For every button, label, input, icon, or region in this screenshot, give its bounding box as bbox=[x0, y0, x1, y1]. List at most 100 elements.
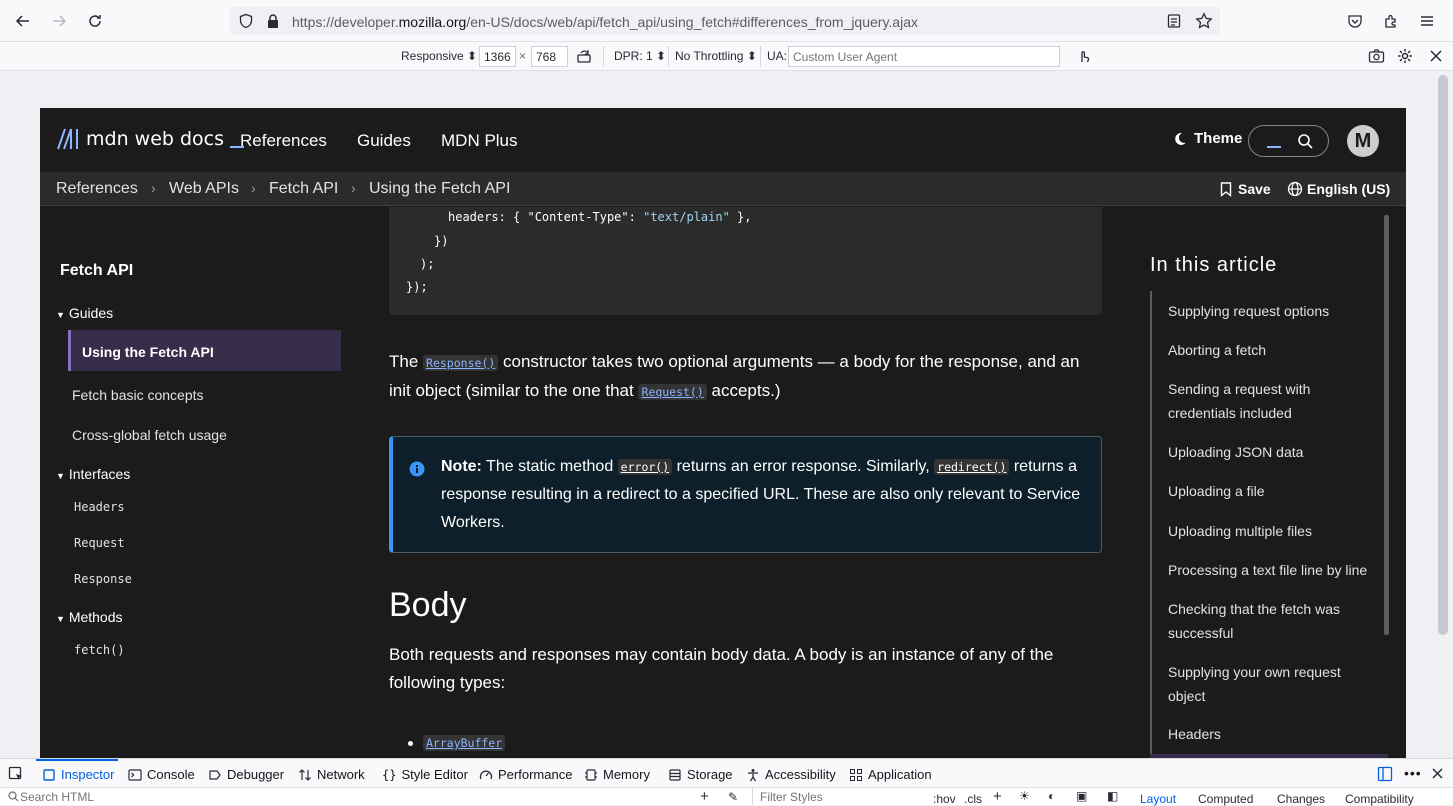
user-avatar[interactable]: M bbox=[1347, 125, 1379, 157]
viewport-width-input[interactable] bbox=[479, 46, 516, 67]
extensions-icon[interactable] bbox=[1378, 8, 1404, 34]
sidebar-item-cross-global[interactable]: Cross-global fetch usage bbox=[72, 427, 227, 443]
toggle-sidebar-icon[interactable]: ◧ bbox=[1107, 789, 1118, 803]
reload-icon[interactable] bbox=[82, 8, 108, 34]
forward-icon[interactable] bbox=[46, 8, 72, 34]
sidebar-group-interfaces[interactable]: ▼ Interfaces bbox=[56, 466, 130, 482]
viewport-height-input[interactable] bbox=[531, 46, 568, 67]
response-link[interactable]: Response() bbox=[423, 355, 499, 371]
sidebar-group-methods[interactable]: ▼ Methods bbox=[56, 609, 123, 625]
close-rdm-icon[interactable] bbox=[1429, 49, 1443, 63]
toc-item[interactable]: Processing a text file line by line bbox=[1168, 558, 1378, 582]
tab-inspector[interactable]: Inspector bbox=[42, 767, 114, 782]
sidebar-item-response[interactable]: Response bbox=[74, 572, 132, 586]
rotate-icon[interactable] bbox=[576, 48, 592, 64]
toc-scrollbar[interactable] bbox=[1384, 215, 1389, 635]
breadcrumb: References › Web APIs › Fetch API › Usin… bbox=[40, 172, 1406, 206]
sidebar-item-fetch[interactable]: fetch() bbox=[74, 643, 125, 657]
url-bar[interactable]: https://developer.mozilla.org/en-US/docs… bbox=[230, 7, 1220, 35]
print-simulation-icon[interactable]: ▣ bbox=[1076, 789, 1087, 803]
breadcrumb-web-apis[interactable]: Web APIs bbox=[169, 180, 239, 198]
sidebar-group-guides[interactable]: ▼ Guides bbox=[56, 305, 113, 321]
hov-toggle[interactable]: :hov bbox=[933, 792, 956, 806]
cls-toggle[interactable]: .cls bbox=[964, 792, 982, 806]
settings-gear-icon[interactable] bbox=[1397, 48, 1413, 64]
breadcrumb-fetch-api[interactable]: Fetch API bbox=[269, 180, 338, 198]
nav-guides[interactable]: Guides bbox=[357, 131, 411, 151]
save-button[interactable]: Save bbox=[1220, 181, 1271, 197]
search-icon[interactable] bbox=[1297, 133, 1313, 149]
tab-compatibility[interactable]: Compatibility bbox=[1345, 792, 1414, 806]
mdn-logo[interactable]: mdn web docs bbox=[56, 127, 245, 151]
tab-network[interactable]: Network bbox=[298, 767, 365, 782]
tracking-protection-icon[interactable] bbox=[238, 13, 254, 29]
mdn-header: mdn web docs References Guides MDN Plus … bbox=[40, 108, 1406, 172]
tab-changes[interactable]: Changes bbox=[1277, 792, 1325, 806]
more-options-icon[interactable]: ••• bbox=[1404, 765, 1422, 781]
toc-item[interactable]: Supplying request options bbox=[1168, 299, 1378, 323]
pocket-icon[interactable] bbox=[1342, 8, 1368, 34]
language-button[interactable]: English (US) bbox=[1287, 181, 1390, 197]
breadcrumb-references[interactable]: References bbox=[56, 180, 138, 198]
toc-item[interactable]: Sending a request with credentials inclu… bbox=[1168, 377, 1378, 425]
nav-references[interactable]: References bbox=[240, 131, 327, 151]
element-picker-icon[interactable] bbox=[8, 766, 24, 782]
redirect-method-link[interactable]: redirect() bbox=[934, 459, 1010, 475]
device-selector[interactable]: Responsive ⬍ bbox=[401, 49, 477, 63]
nav-mdn-plus[interactable]: MDN Plus bbox=[441, 131, 518, 151]
tab-debugger[interactable]: Debugger bbox=[208, 767, 284, 782]
add-node-icon[interactable]: + bbox=[700, 788, 709, 805]
eyedropper-icon[interactable]: ✎ bbox=[728, 790, 738, 804]
throttling-selector[interactable]: No Throttling ⬍ bbox=[675, 49, 757, 63]
touch-simulation-icon[interactable] bbox=[1076, 48, 1092, 64]
screenshot-icon[interactable] bbox=[1368, 48, 1385, 64]
filter-styles-input[interactable] bbox=[760, 790, 920, 804]
search-input[interactable] bbox=[1248, 125, 1329, 157]
bookmark-star-icon[interactable] bbox=[1195, 12, 1213, 30]
user-agent-input[interactable] bbox=[788, 46, 1060, 67]
tab-computed[interactable]: Computed bbox=[1198, 792, 1253, 806]
toc-item[interactable]: Uploading multiple files bbox=[1168, 519, 1378, 543]
sidebar-item-basic-concepts[interactable]: Fetch basic concepts bbox=[72, 387, 204, 403]
back-icon[interactable] bbox=[10, 8, 36, 34]
dock-side-icon[interactable] bbox=[1377, 766, 1393, 782]
tab-memory[interactable]: Memory bbox=[584, 767, 650, 782]
tab-application[interactable]: Application bbox=[849, 767, 932, 782]
error-method-link[interactable]: error() bbox=[617, 459, 673, 475]
tab-layout[interactable]: Layout bbox=[1140, 792, 1176, 806]
breadcrumb-using-fetch[interactable]: Using the Fetch API bbox=[369, 180, 510, 198]
tab-style-editor[interactable]: {} Style Editor bbox=[382, 767, 468, 782]
toc-item[interactable]: Supplying your own request object bbox=[1168, 660, 1378, 708]
code-line: headers: { "Content-Type": "text/plain" … bbox=[448, 210, 752, 224]
tab-accessibility[interactable]: Accessibility bbox=[746, 767, 836, 782]
tab-console[interactable]: Console bbox=[128, 767, 195, 782]
toc-item[interactable]: Checking that the fetch was successful bbox=[1168, 597, 1378, 645]
request-link[interactable]: Request() bbox=[638, 384, 707, 400]
reader-view-icon[interactable] bbox=[1166, 13, 1182, 29]
code-block: headers: { "Content-Type": "text/plain" … bbox=[389, 207, 1102, 315]
toc-item[interactable]: Uploading a file bbox=[1168, 479, 1378, 503]
dpr-selector[interactable]: DPR: 1 ⬍ bbox=[614, 49, 666, 63]
sidebar-item-request[interactable]: Request bbox=[74, 536, 125, 550]
light-mode-icon[interactable]: ☀ bbox=[1019, 789, 1030, 803]
menu-icon[interactable] bbox=[1414, 8, 1440, 34]
viewport-scrollbar[interactable] bbox=[1434, 71, 1453, 758]
theme-button[interactable]: Theme bbox=[1172, 130, 1242, 147]
add-rule-icon[interactable]: + bbox=[993, 788, 1002, 805]
toc-item[interactable]: Uploading JSON data bbox=[1168, 440, 1378, 464]
ua-label: UA: bbox=[767, 49, 788, 63]
scrollbar-thumb[interactable] bbox=[1438, 75, 1448, 635]
dark-mode-icon[interactable]: ◐ bbox=[1048, 789, 1055, 803]
toc-item[interactable]: Aborting a fetch bbox=[1168, 338, 1378, 362]
sidebar-title[interactable]: Fetch API bbox=[60, 262, 133, 280]
url-text[interactable]: https://developer.mozilla.org/en-US/docs… bbox=[292, 14, 918, 30]
debugger-icon bbox=[209, 769, 221, 780]
close-devtools-icon[interactable] bbox=[1431, 767, 1444, 780]
lock-icon[interactable] bbox=[266, 13, 280, 29]
sidebar-item-headers[interactable]: Headers bbox=[74, 500, 125, 514]
search-html-input[interactable] bbox=[20, 790, 320, 804]
tab-storage[interactable]: Storage bbox=[668, 767, 733, 782]
arraybuffer-link[interactable]: ArrayBuffer bbox=[423, 735, 506, 751]
tab-performance[interactable]: Performance bbox=[479, 767, 572, 782]
toc-item[interactable]: Headers bbox=[1168, 722, 1378, 746]
